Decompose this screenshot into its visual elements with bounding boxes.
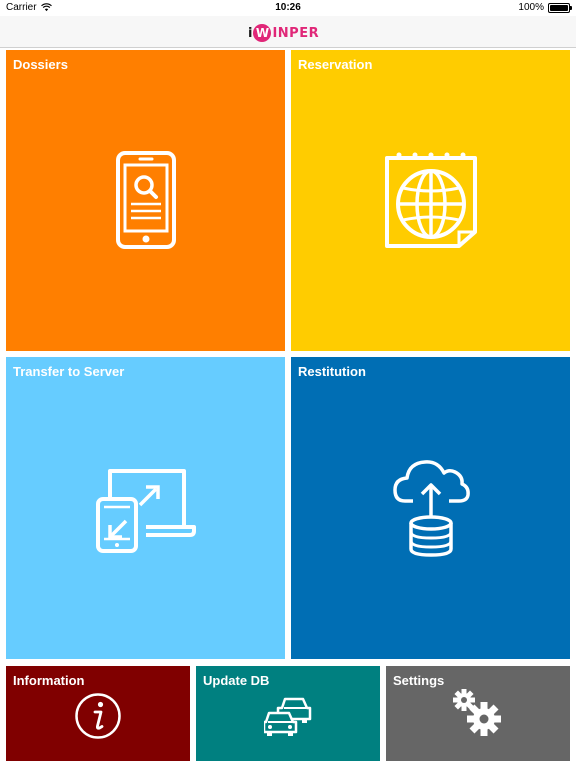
tile-transfer-label: Transfer to Server	[13, 364, 125, 379]
tile-dossiers[interactable]: Dossiers	[6, 50, 285, 351]
cloud-database-icon	[393, 460, 470, 557]
tile-restitution-label: Restitution	[298, 364, 366, 379]
tile-update-label: Update DB	[203, 673, 270, 688]
tile-transfer-to-server[interactable]: Transfer to Server	[6, 357, 285, 659]
tile-dossiers-label: Dossiers	[13, 57, 68, 72]
navigation-bar: i W INPER	[0, 16, 576, 48]
tile-reservation[interactable]: Reservation	[291, 50, 570, 351]
status-bar: Carrier 10:26 100%	[0, 0, 576, 16]
battery-icon	[548, 2, 572, 13]
status-right: 100%	[518, 2, 572, 13]
tile-settings[interactable]: Settings	[386, 666, 570, 761]
cars-icon	[264, 697, 312, 736]
phone-search-icon	[116, 151, 176, 249]
calendar-globe-icon	[385, 152, 477, 248]
battery-percent: 100%	[518, 2, 544, 13]
device-transfer-icon	[96, 469, 196, 553]
logo-badge: W	[253, 24, 272, 42]
logo-rest: INPER	[272, 25, 320, 41]
app-logo: i W INPER	[248, 22, 319, 44]
tile-update-db[interactable]: Update DB	[196, 666, 380, 761]
clock: 10:26	[275, 2, 301, 13]
battery-fill	[550, 4, 568, 11]
tile-settings-label: Settings	[393, 673, 445, 688]
logo-i: i	[248, 25, 253, 41]
gears-icon	[453, 689, 501, 736]
info-icon	[75, 693, 121, 739]
tile-information-label: Information	[13, 673, 85, 688]
tile-information[interactable]: Information	[6, 666, 190, 761]
tile-restitution[interactable]: Restitution	[291, 357, 570, 659]
tile-reservation-label: Reservation	[298, 57, 373, 72]
